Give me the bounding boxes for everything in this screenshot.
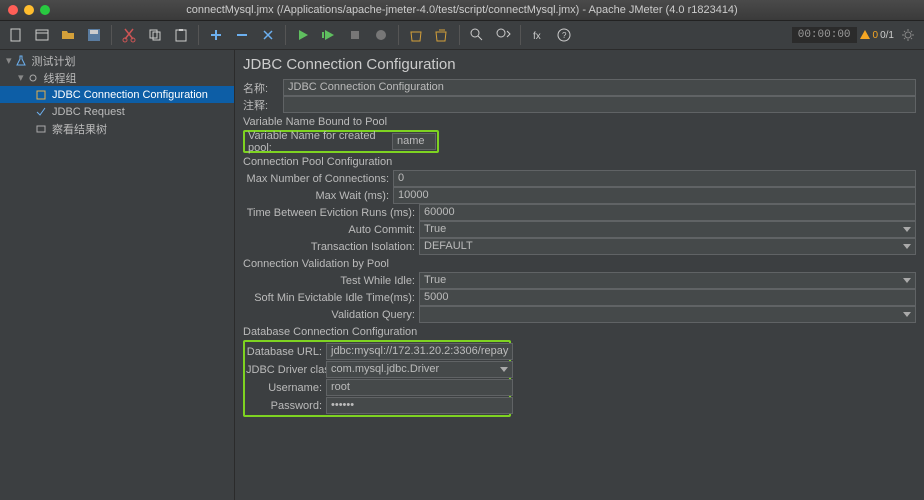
- pass-label: Password:: [246, 400, 326, 412]
- maximize-icon[interactable]: [40, 5, 50, 15]
- auto-commit-label: Auto Commit:: [243, 224, 419, 236]
- section-validation: Connection Validation by Pool: [243, 258, 916, 270]
- tree-jdbc-request[interactable]: JDBC Request: [0, 103, 234, 120]
- section-db: Database Connection Configuration: [243, 326, 916, 338]
- collapse-icon[interactable]: [230, 23, 254, 47]
- highlight-db-conn: Database URL: jdbc:mysql://172.31.20.2:3…: [243, 340, 511, 417]
- db-url-input[interactable]: jdbc:mysql://172.31.20.2:3306/repay: [326, 343, 513, 360]
- comment-label: 注释:: [243, 97, 283, 113]
- shutdown-icon[interactable]: [369, 23, 393, 47]
- sampler-icon: [34, 105, 48, 119]
- gear-icon: [26, 71, 40, 85]
- tree-root[interactable]: ▾ 测试计划: [0, 52, 234, 69]
- cut-icon[interactable]: [117, 23, 141, 47]
- toggle-icon[interactable]: [256, 23, 280, 47]
- test-plan-tree[interactable]: ▾ 测试计划 ▾ 线程组 JDBC Connection Configurati…: [0, 50, 235, 500]
- test-idle-select[interactable]: True: [419, 272, 916, 289]
- test-idle-label: Test While Idle:: [243, 275, 419, 287]
- separator: [520, 25, 521, 45]
- max-wait-label: Max Wait (ms):: [243, 190, 393, 202]
- auto-commit-select[interactable]: True: [419, 221, 916, 238]
- panel-title: JDBC Connection Configuration: [243, 56, 916, 73]
- separator: [459, 25, 460, 45]
- var-name-label: Variable Name for created pool:: [246, 130, 392, 154]
- search-icon[interactable]: [465, 23, 489, 47]
- db-url-label: Database URL:: [246, 346, 326, 358]
- svg-text:fx: fx: [533, 31, 541, 42]
- driver-label: JDBC Driver class:: [246, 364, 326, 376]
- valid-query-label: Validation Query:: [243, 309, 419, 321]
- start-icon[interactable]: [291, 23, 315, 47]
- window-controls: [0, 5, 50, 15]
- toolbar: fx ? 00:00:00 0 0/1: [0, 21, 924, 50]
- close-icon[interactable]: [8, 5, 18, 15]
- max-conn-label: Max Number of Connections:: [243, 173, 393, 185]
- help-icon[interactable]: ?: [552, 23, 576, 47]
- separator: [398, 25, 399, 45]
- tx-iso-label: Transaction Isolation:: [243, 241, 419, 253]
- flask-icon: [14, 54, 28, 68]
- warning-count[interactable]: 0: [859, 29, 879, 41]
- valid-query-select[interactable]: [419, 306, 916, 323]
- name-input[interactable]: JDBC Connection Configuration: [283, 79, 916, 96]
- save-icon[interactable]: [82, 23, 106, 47]
- open-icon[interactable]: [56, 23, 80, 47]
- soft-min-input[interactable]: 5000: [419, 289, 916, 306]
- pass-input[interactable]: ••••••: [326, 397, 513, 414]
- svg-text:?: ?: [562, 31, 567, 40]
- clear-icon[interactable]: [404, 23, 428, 47]
- driver-select[interactable]: com.mysql.jdbc.Driver: [326, 361, 513, 378]
- soft-min-label: Soft Min Evictable Idle Time(ms):: [243, 292, 419, 304]
- evict-label: Time Between Eviction Runs (ms):: [243, 207, 419, 219]
- max-wait-input[interactable]: 10000: [393, 187, 916, 204]
- editor-panel: JDBC Connection Configuration 名称: JDBC C…: [235, 50, 924, 500]
- paste-icon[interactable]: [169, 23, 193, 47]
- separator: [285, 25, 286, 45]
- name-label: 名称:: [243, 80, 283, 96]
- user-input[interactable]: root: [326, 379, 513, 396]
- tree-jdbc-config[interactable]: JDBC Connection Configuration: [0, 86, 234, 103]
- expand-icon[interactable]: [204, 23, 228, 47]
- tree-thread-group[interactable]: ▾ 线程组: [0, 69, 234, 86]
- separator: [111, 25, 112, 45]
- reset-search-icon[interactable]: [491, 23, 515, 47]
- new-icon[interactable]: [4, 23, 28, 47]
- section-conn-pool: Connection Pool Configuration: [243, 156, 916, 168]
- tx-iso-select[interactable]: DEFAULT: [419, 238, 916, 255]
- copy-icon[interactable]: [143, 23, 167, 47]
- separator: [198, 25, 199, 45]
- tree-view-results[interactable]: 察看结果树: [0, 120, 234, 137]
- evict-input[interactable]: 60000: [419, 204, 916, 221]
- section-pool-var: Variable Name Bound to Pool: [243, 116, 916, 128]
- minimize-icon[interactable]: [24, 5, 34, 15]
- titlebar: connectMysql.jmx (/Applications/apache-j…: [0, 0, 924, 21]
- start-no-pause-icon[interactable]: [317, 23, 341, 47]
- var-name-input[interactable]: name: [392, 133, 436, 150]
- window-title: connectMysql.jmx (/Applications/apache-j…: [0, 4, 924, 16]
- elapsed-timer: 00:00:00: [792, 27, 857, 43]
- config-icon: [34, 88, 48, 102]
- listener-icon: [34, 122, 48, 136]
- max-conn-input[interactable]: 0: [393, 170, 916, 187]
- gear-icon[interactable]: [896, 23, 920, 47]
- templates-icon[interactable]: [30, 23, 54, 47]
- stop-icon[interactable]: [343, 23, 367, 47]
- clear-all-icon[interactable]: [430, 23, 454, 47]
- function-helper-icon[interactable]: fx: [526, 23, 550, 47]
- highlight-pool-var: Variable Name for created pool: name: [243, 130, 439, 153]
- user-label: Username:: [246, 382, 326, 394]
- comment-input[interactable]: [283, 96, 916, 113]
- thread-counter: 0/1: [880, 30, 894, 41]
